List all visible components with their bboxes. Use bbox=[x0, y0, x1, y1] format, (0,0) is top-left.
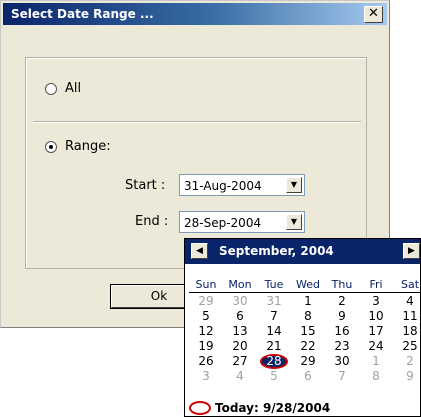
today-label: Today: 9/28/2004 bbox=[215, 401, 331, 415]
option-range-label: Range: bbox=[65, 139, 111, 154]
calendar-day[interactable]: 6 bbox=[291, 369, 325, 384]
calendar-day[interactable]: 7 bbox=[257, 309, 291, 324]
today-link[interactable]: Today: 9/28/2004 bbox=[189, 401, 330, 415]
calendar-day[interactable]: 6 bbox=[223, 309, 257, 324]
today-circle-icon bbox=[189, 401, 211, 415]
next-month-button[interactable]: ▶ bbox=[403, 243, 420, 259]
calendar-day[interactable]: 15 bbox=[291, 324, 325, 339]
separator bbox=[33, 121, 361, 123]
calendar-day[interactable]: 27 bbox=[223, 354, 257, 369]
calendar-day[interactable]: 26 bbox=[189, 354, 223, 369]
calendar-day[interactable]: 8 bbox=[291, 309, 325, 324]
weekday-label: Sun bbox=[195, 278, 217, 291]
prev-month-button[interactable]: ◀ bbox=[191, 243, 208, 259]
calendar-day[interactable]: 16 bbox=[325, 324, 359, 339]
chevron-right-icon: ▶ bbox=[408, 246, 415, 256]
calendar-day[interactable]: 2 bbox=[393, 354, 420, 369]
calendar-header: ◀ September, 2004 ▶ bbox=[185, 239, 420, 264]
dialog-title: Select Date Range ... bbox=[11, 7, 154, 21]
calendar-day[interactable]: 14 bbox=[257, 324, 291, 339]
calendar-day[interactable]: 22 bbox=[291, 339, 325, 354]
radio-all[interactable] bbox=[45, 82, 57, 95]
calendar-day[interactable]: 10 bbox=[359, 309, 393, 324]
calendar-week-row: 26 27 28 29 30 1 2 bbox=[189, 354, 420, 369]
weekday-label: Tue bbox=[264, 278, 284, 291]
calendar-dropdown: ◀ September, 2004 ▶ Sun Mon Tue Wed Thu … bbox=[184, 238, 421, 417]
chevron-left-icon: ◀ bbox=[196, 246, 203, 256]
calendar-day[interactable]: 3 bbox=[359, 294, 393, 309]
calendar-day[interactable]: 3 bbox=[189, 369, 223, 384]
calendar-day[interactable]: 29 bbox=[291, 354, 325, 369]
calendar-day[interactable]: 5 bbox=[257, 369, 291, 384]
calendar-day[interactable]: 29 bbox=[189, 294, 223, 309]
start-label: Start : bbox=[125, 178, 166, 193]
calendar-day[interactable]: 9 bbox=[325, 309, 359, 324]
calendar-day[interactable]: 30 bbox=[325, 354, 359, 369]
calendar-day[interactable]: 13 bbox=[223, 324, 257, 339]
weekday-label: Wed bbox=[296, 278, 320, 291]
calendar-week-row: 29 30 31 1 2 3 4 bbox=[189, 294, 420, 309]
calendar-day[interactable]: 24 bbox=[359, 339, 393, 354]
option-range[interactable]: Range: bbox=[45, 139, 111, 154]
close-icon: ✕ bbox=[368, 6, 379, 21]
chevron-down-icon[interactable]: ▼ bbox=[286, 177, 302, 193]
chevron-down-icon[interactable]: ▼ bbox=[286, 214, 302, 230]
calendar-day[interactable]: 23 bbox=[325, 339, 359, 354]
weekday-label: Fri bbox=[369, 278, 383, 291]
calendar-day-selected[interactable]: 28 bbox=[257, 354, 291, 369]
calendar-day[interactable]: 9 bbox=[393, 369, 420, 384]
calendar-day[interactable]: 2 bbox=[325, 294, 359, 309]
close-button[interactable]: ✕ bbox=[364, 6, 383, 23]
calendar-day[interactable]: 1 bbox=[291, 294, 325, 309]
calendar-day[interactable]: 7 bbox=[325, 369, 359, 384]
weekday-label: Mon bbox=[228, 278, 252, 291]
calendar-grid: Sun Mon Tue Wed Thu Fri Sat 29 30 31 1 2 3 4 5 6… bbox=[189, 277, 420, 384]
calendar-day[interactable]: 11 bbox=[393, 309, 420, 324]
calendar-day[interactable]: 25 bbox=[393, 339, 420, 354]
option-all[interactable]: All bbox=[45, 81, 81, 96]
title-bar: Select Date Range ... ✕ bbox=[3, 3, 387, 25]
calendar-month-label: September, 2004 bbox=[219, 244, 334, 258]
calendar-day[interactable]: 17 bbox=[359, 324, 393, 339]
end-date-value: 28-Sep-2004 bbox=[184, 216, 262, 230]
calendar-week-row: 3456789 bbox=[189, 369, 420, 384]
calendar-day[interactable]: 31 bbox=[257, 294, 291, 309]
calendar-day[interactable]: 21 bbox=[257, 339, 291, 354]
calendar-day[interactable]: 4 bbox=[393, 294, 420, 309]
calendar-day[interactable]: 1 bbox=[359, 354, 393, 369]
calendar-day[interactable]: 18 bbox=[393, 324, 420, 339]
calendar-day[interactable]: 12 bbox=[189, 324, 223, 339]
radio-range[interactable] bbox=[45, 140, 57, 153]
calendar-week-row: 5 6 7 8 9 10 11 bbox=[189, 309, 420, 324]
weekday-header-row: Sun Mon Tue Wed Thu Fri Sat bbox=[189, 277, 420, 293]
end-date-combo[interactable]: 28-Sep-2004 ▼ bbox=[179, 211, 305, 233]
calendar-week-row: 19 20 21 22 23 24 25 bbox=[189, 339, 420, 354]
calendar-day[interactable]: 19 bbox=[189, 339, 223, 354]
calendar-day[interactable]: 5 bbox=[189, 309, 223, 324]
weekday-label: Thu bbox=[331, 278, 353, 291]
calendar-day[interactable]: 20 bbox=[223, 339, 257, 354]
calendar-day[interactable]: 8 bbox=[359, 369, 393, 384]
option-all-label: All bbox=[65, 81, 82, 96]
calendar-weeks: 29 30 31 1 2 3 4 5 6 7 8 9 10 11 12 13 14 15 16 17 18 19 20 21 2… bbox=[189, 294, 420, 384]
start-date-combo[interactable]: 31-Aug-2004 ▼ bbox=[179, 174, 305, 196]
calendar-day[interactable]: 30 bbox=[223, 294, 257, 309]
start-date-value: 31-Aug-2004 bbox=[184, 179, 262, 193]
calendar-day[interactable]: 4 bbox=[223, 369, 257, 384]
end-label: End : bbox=[135, 214, 169, 229]
calendar-week-row: 12 13 14 15 16 17 18 bbox=[189, 324, 420, 339]
weekday-label: Sat bbox=[400, 278, 420, 291]
